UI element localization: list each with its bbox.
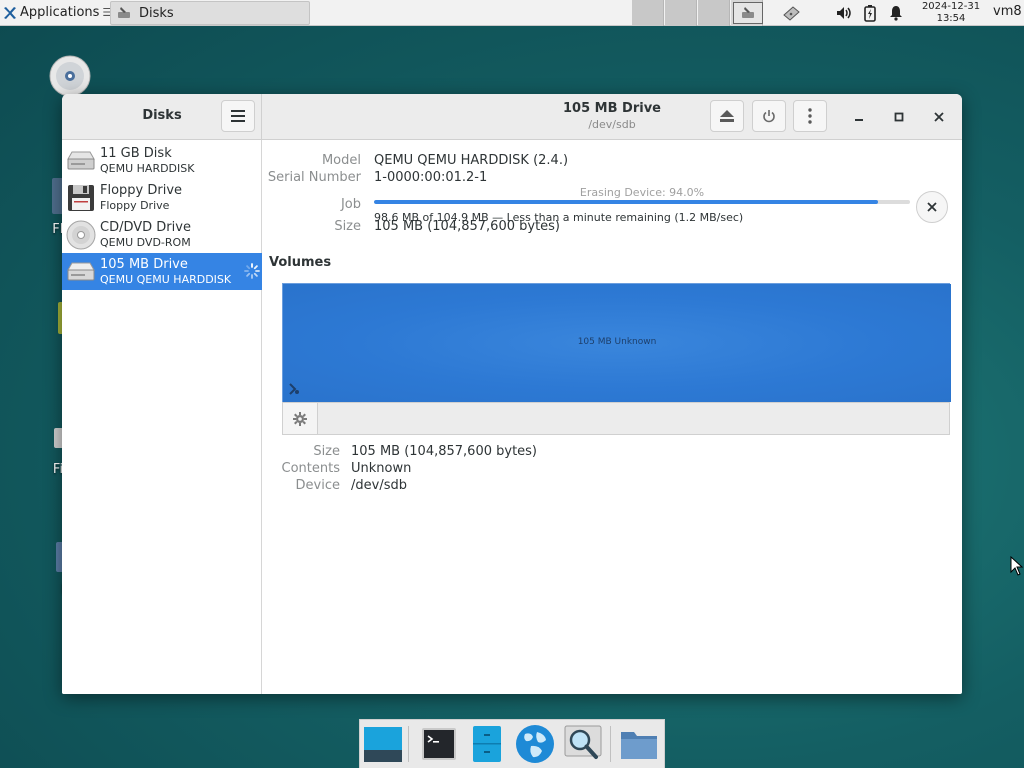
job-caption: Erasing Device: 94.0% [579,186,705,199]
drive-model: QEMU HARDDISK [100,161,195,175]
cd-icon [66,220,96,249]
volume-device-label: Device [295,478,340,493]
dock-separator [610,726,611,762]
cd-icon [49,55,91,97]
close-window-button[interactable] [928,106,950,128]
drive-model: Floppy Drive [100,198,170,212]
harddisk-icon [67,262,95,280]
search-icon [564,725,602,759]
dock-folder[interactable] [618,723,660,765]
folder-icon [621,732,657,759]
volume-icon[interactable] [832,0,856,26]
dock-terminal[interactable] [418,723,460,765]
drive-list: 11 GB Disk QEMU HARDDISK Floppy Drive Fl… [62,140,262,694]
drive-details: Model QEMU QEMU HARDDISK (2.4.) Serial N… [263,140,962,694]
eject-icon [720,110,734,122]
volume-size-label: Size [313,444,340,459]
terminal-icon [422,728,456,760]
battery-icon[interactable] [858,0,882,26]
top-panel: Applications ☰ Disks 2024-12-31 13:54 vm [0,0,1024,26]
disks-app-icon [742,7,754,18]
model-label: Model [321,153,361,168]
disks-app-icon [118,7,130,18]
drive-name: 11 GB Disk [100,145,172,161]
volume-device-value: /dev/sdb [351,478,407,493]
job-progress-fill [374,200,878,204]
removable-drive-tray-icon[interactable] [778,0,804,26]
serial-value: 1-0000:00:01.2-1 [374,170,488,185]
harddisk-icon [67,151,95,169]
busy-indicator-icon [289,383,299,395]
drive-item-floppy[interactable]: Floppy Drive Floppy Drive [62,179,262,216]
eject-button[interactable] [710,100,744,132]
floppy-icon [68,184,94,211]
dock-file-manager[interactable] [466,723,508,765]
dock-search[interactable] [562,723,604,765]
drive-item-cd-dvd[interactable]: CD/DVD Drive QEMU DVD-ROM [62,216,262,253]
clock-time: 13:54 [936,13,966,24]
volume-size-value: 105 MB (104,857,600 bytes) [351,444,538,459]
clock-date: 2024-12-31 [921,1,981,12]
maximize-icon [894,112,904,122]
volume-settings-button[interactable] [283,403,318,434]
drive-item-105mb-drive[interactable]: 105 MB Drive QEMU QEMU HARDDISK [62,253,262,290]
mouse-cursor-icon [1010,556,1024,576]
user-menu[interactable]: vm8 [993,4,1022,19]
dock-separator [408,726,409,762]
web-browser-icon [516,725,554,763]
power-icon [763,110,775,123]
drive-name: 105 MB Drive [100,256,188,272]
drive-name: CD/DVD Drive [100,219,191,235]
gear-icon [293,411,307,426]
dock-show-desktop[interactable] [362,723,404,765]
volume-partition-label: 105 MB Unknown [577,337,657,347]
applications-menu-button[interactable]: Applications ☰ [0,0,116,26]
serial-label: Serial Number [267,170,361,185]
maximize-button[interactable] [888,106,910,128]
drive-options-button[interactable] [793,100,827,132]
workspace-window-thumb [733,2,763,24]
sidebar-header: Disks [62,94,262,140]
dock-web-browser[interactable] [514,723,556,765]
volume-toolbar [282,402,950,435]
disks-window: Disks 105 MB Drive /dev/sdb 11 GB Disk Q… [62,94,962,694]
job-label: Job [340,197,361,212]
show-desktop-icon [364,727,402,762]
hamburger-menu-icon [231,110,245,122]
close-icon [934,112,944,122]
minimize-icon [855,119,863,121]
dock [359,719,665,768]
workspace-4[interactable] [731,0,763,26]
close-icon [927,202,937,212]
power-off-button[interactable] [752,100,786,132]
taskbar-button-label: Disks [139,5,174,21]
app-menu-button[interactable] [221,100,255,132]
size-label: Size [334,219,361,234]
workspace-3[interactable] [698,0,730,26]
drive-item-11gb-disk[interactable]: 11 GB Disk QEMU HARDDISK [62,142,262,179]
applications-label: Applications [20,5,100,20]
drive-model: QEMU QEMU HARDDISK [100,272,232,286]
kebab-menu-icon [808,108,812,124]
drive-model: QEMU DVD-ROM [100,235,191,249]
file-manager-icon [473,726,501,762]
model-value: QEMU QEMU HARDDISK (2.4.) [374,153,569,168]
size-value: 105 MB (104,857,600 bytes) [374,219,561,234]
volume-contents-value: Unknown [351,461,412,476]
cancel-job-button[interactable] [916,191,948,223]
volumes-heading: Volumes [269,255,332,270]
drive-name: Floppy Drive [100,182,183,198]
job-progress-bar [374,200,910,204]
volume-map: 105 MB Unknown [282,283,951,403]
drive-header: 105 MB Drive /dev/sdb [262,94,962,140]
workspace-1[interactable] [632,0,664,26]
notifications-bell-icon[interactable] [884,0,908,26]
volume-contents-label: Contents [281,461,340,476]
taskbar-button-disks[interactable]: Disks [110,1,310,25]
xfce-logo-icon [4,6,16,19]
clock[interactable]: 2024-12-31 13:54 [916,1,986,25]
busy-spinner-icon [244,263,260,279]
workspace-2[interactable] [665,0,697,26]
minimize-button[interactable] [848,106,870,128]
